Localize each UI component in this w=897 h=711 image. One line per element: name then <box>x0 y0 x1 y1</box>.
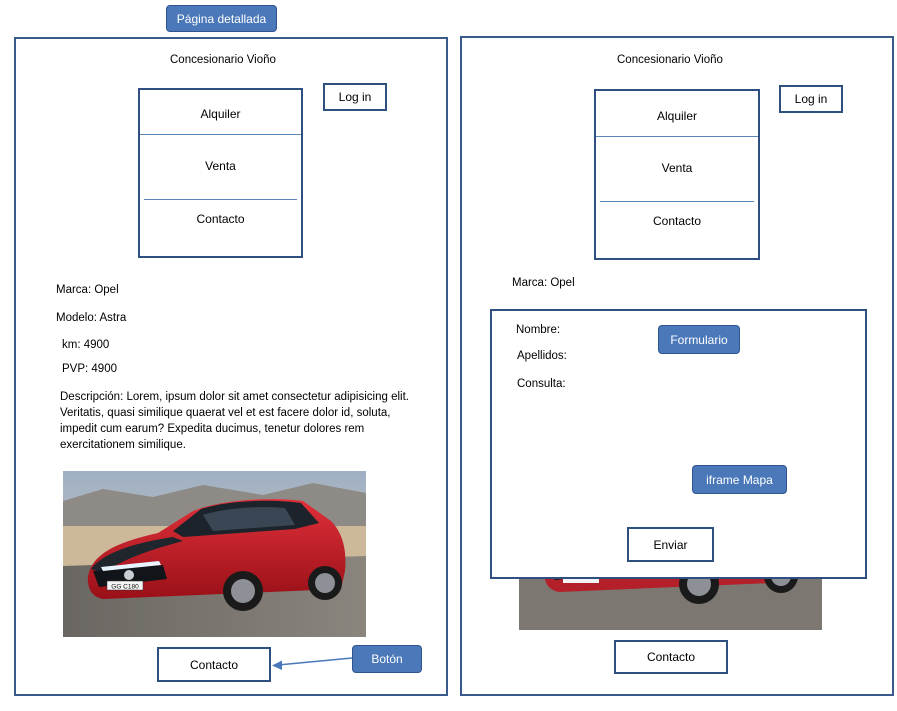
site-title: Concesionario Vioño <box>170 54 276 66</box>
login-button[interactable]: Log in <box>779 85 843 113</box>
car-description: Descripción: Lorem, ipsum dolor sit amet… <box>60 391 409 451</box>
car-km: km: 4900 <box>62 339 110 351</box>
contact-button[interactable]: Contacto <box>614 640 728 674</box>
menu-item-alquiler[interactable]: Alquiler <box>596 109 758 123</box>
license-plate: GG C180 <box>111 584 139 591</box>
surname-field-label[interactable]: Apellidos: <box>517 350 567 362</box>
car-price: PVP: 4900 <box>62 363 117 375</box>
menu-item-contacto[interactable]: Contacto <box>596 214 758 228</box>
send-button[interactable]: Enviar <box>627 527 714 562</box>
car-illustration: GG C180 <box>63 471 366 637</box>
nav-menu: Alquiler Venta Contacto <box>138 88 303 258</box>
menu-divider <box>144 199 297 200</box>
car-model: Modelo: Astra <box>56 312 127 324</box>
car-brand: Marca: Opel <box>56 284 119 296</box>
menu-item-alquiler[interactable]: Alquiler <box>140 107 301 121</box>
query-field-label[interactable]: Consulta: <box>517 378 566 390</box>
map-iframe-callout: iframe Mapa <box>692 465 787 494</box>
car-image: GG C180 <box>63 471 366 637</box>
contact-button[interactable]: Contacto <box>157 647 271 682</box>
menu-divider <box>596 136 758 137</box>
car-brand: Marca: Opel <box>512 277 575 289</box>
menu-divider <box>600 201 754 202</box>
menu-divider <box>140 134 301 135</box>
menu-item-venta[interactable]: Venta <box>596 161 758 175</box>
site-title: Concesionario Vioño <box>617 54 723 66</box>
name-field-label[interactable]: Nombre: <box>516 324 560 336</box>
nav-menu: Alquiler Venta Contacto <box>594 89 760 260</box>
detail-page-callout: Página detallada <box>166 5 277 32</box>
login-button[interactable]: Log in <box>323 83 387 111</box>
menu-item-contacto[interactable]: Contacto <box>140 212 301 226</box>
form-callout: Formulario <box>658 325 740 354</box>
menu-item-venta[interactable]: Venta <box>140 159 301 173</box>
button-callout: Botón <box>352 645 422 673</box>
